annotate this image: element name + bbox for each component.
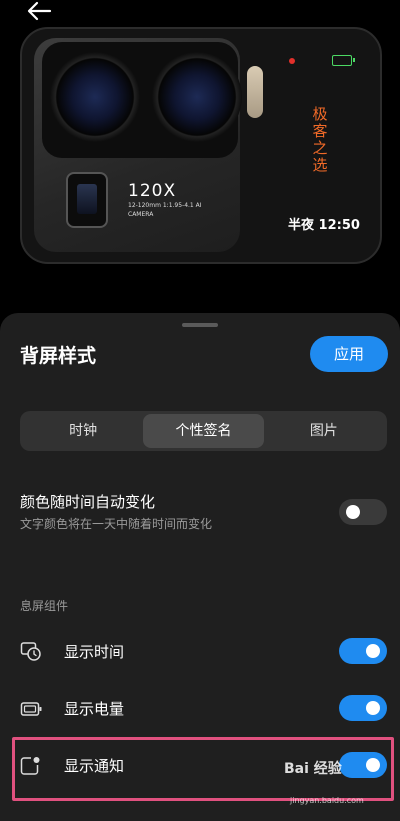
camera-spec-text: 12-120mm 1:1.95-4.1 AI CAMERA (128, 202, 202, 218)
toggle-knob (366, 701, 380, 715)
tab-clock[interactable]: 时钟 (23, 414, 143, 448)
watermark-url: jingyan.baidu.com (290, 796, 364, 805)
toggle-knob (346, 505, 360, 519)
toggle-knob (366, 644, 380, 658)
sheet-drag-handle[interactable] (182, 323, 218, 327)
battery-icon (20, 699, 42, 719)
show-time-toggle[interactable] (339, 638, 387, 664)
apply-button[interactable]: 应用 (310, 336, 388, 372)
section-label: 息屏组件 (20, 599, 69, 613)
tab-image[interactable]: 图片 (264, 414, 384, 448)
auto-color-toggle[interactable] (339, 499, 387, 525)
recording-dot-icon (289, 58, 295, 64)
widget-label-battery: 显示电量 (64, 700, 125, 718)
camera-lens-main (50, 52, 140, 142)
battery-status-icon (332, 55, 355, 66)
widget-label-time: 显示时间 (64, 643, 125, 661)
camera-lens-secondary (152, 52, 242, 142)
time-preview-text: 半夜 12:50 (288, 218, 360, 233)
signature-preview-text: 极客之选 (312, 105, 328, 174)
clock-icon (20, 640, 42, 661)
auto-color-title: 颜色随时间自动变化 (20, 493, 156, 511)
show-battery-toggle[interactable] (339, 695, 387, 721)
style-tabs: 时钟 个性签名 图片 (20, 411, 387, 451)
flash-icon (247, 66, 263, 118)
tab-signature[interactable]: 个性签名 (143, 414, 264, 448)
baidu-watermark: Bai 经验 (284, 761, 342, 777)
sheet-title: 背屏样式 (20, 345, 97, 367)
periscope-lens (66, 172, 108, 228)
auto-color-subtitle: 文字颜色将在一天中随着时间而变化 (20, 517, 213, 531)
camera-brand-text: 120X (128, 181, 177, 201)
back-arrow-icon[interactable] (24, 0, 54, 24)
